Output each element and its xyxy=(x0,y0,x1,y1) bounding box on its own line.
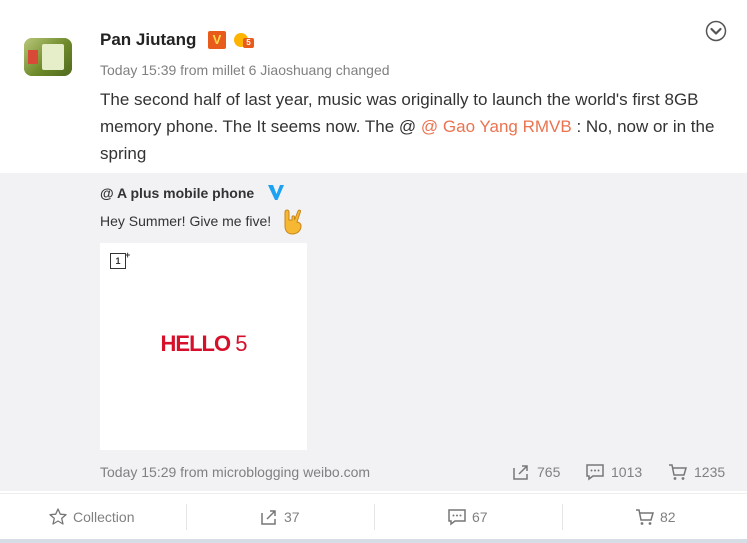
image-hello-number: 5 xyxy=(235,331,247,356)
repost-comment-value: 1013 xyxy=(611,464,643,480)
like-count: 82 xyxy=(660,509,676,525)
collection-button[interactable]: Collection xyxy=(0,494,186,540)
comment-button[interactable]: 67 xyxy=(375,494,561,540)
oneplus-logo-icon: 1 xyxy=(110,253,126,269)
member-badge-icon: 5 xyxy=(232,31,254,49)
comment-icon xyxy=(586,464,604,481)
cart-icon xyxy=(669,464,687,480)
repost-button[interactable]: 37 xyxy=(187,494,373,540)
cart-icon xyxy=(636,509,654,525)
author-avatar[interactable] xyxy=(24,38,72,76)
comment-icon xyxy=(448,509,466,526)
like-button[interactable]: 82 xyxy=(563,494,747,540)
oneplus-logo-plus-icon: + xyxy=(125,250,131,260)
post-text: The second half of last year, music was … xyxy=(100,86,725,167)
reposted-content: @ A plus mobile phone Hey Summer! Give m… xyxy=(0,173,747,491)
mention-link[interactable]: @ Gao Yang RMVB xyxy=(421,117,572,136)
share-icon xyxy=(513,465,528,480)
card-bottom-border xyxy=(0,539,747,543)
verified-v-icon xyxy=(266,182,286,202)
comment-count: 67 xyxy=(472,509,488,525)
post-action-bar: Collection 37 67 82 xyxy=(0,493,747,540)
repost-count: 37 xyxy=(284,509,300,525)
repost-image[interactable]: 1 + HELLO 5 xyxy=(100,243,307,450)
author-name[interactable]: Pan Jiutang xyxy=(100,30,196,50)
collection-label: Collection xyxy=(73,509,135,525)
repost-share-value: 765 xyxy=(537,464,561,480)
verified-badge-icon: V xyxy=(208,31,226,49)
repost-text: Hey Summer! Give me five! xyxy=(100,213,272,229)
repost-share-count[interactable]: 765 xyxy=(511,462,571,482)
repost-comment-count[interactable]: 1013 xyxy=(585,462,651,482)
share-icon xyxy=(261,510,276,525)
repost-author-link[interactable]: @ A plus mobile phone xyxy=(100,185,254,201)
image-hello-text: HELLO 5 xyxy=(100,331,307,357)
repost-meta: Today 15:29 from microblogging weibo.com xyxy=(100,464,371,480)
repost-like-value: 1235 xyxy=(694,464,726,480)
post-meta: Today 15:39 from millet 6 Jiaoshuang cha… xyxy=(100,62,390,78)
post-menu-chevron-icon[interactable] xyxy=(705,20,727,42)
rock-hand-emoji-icon xyxy=(278,206,308,236)
star-icon xyxy=(49,508,67,525)
repost-like-count[interactable]: 1235 xyxy=(668,462,730,482)
image-hello-word: HELLO xyxy=(160,331,232,356)
weibo-post-card: Pan Jiutang V 5 Today 15:39 from millet … xyxy=(0,0,747,543)
